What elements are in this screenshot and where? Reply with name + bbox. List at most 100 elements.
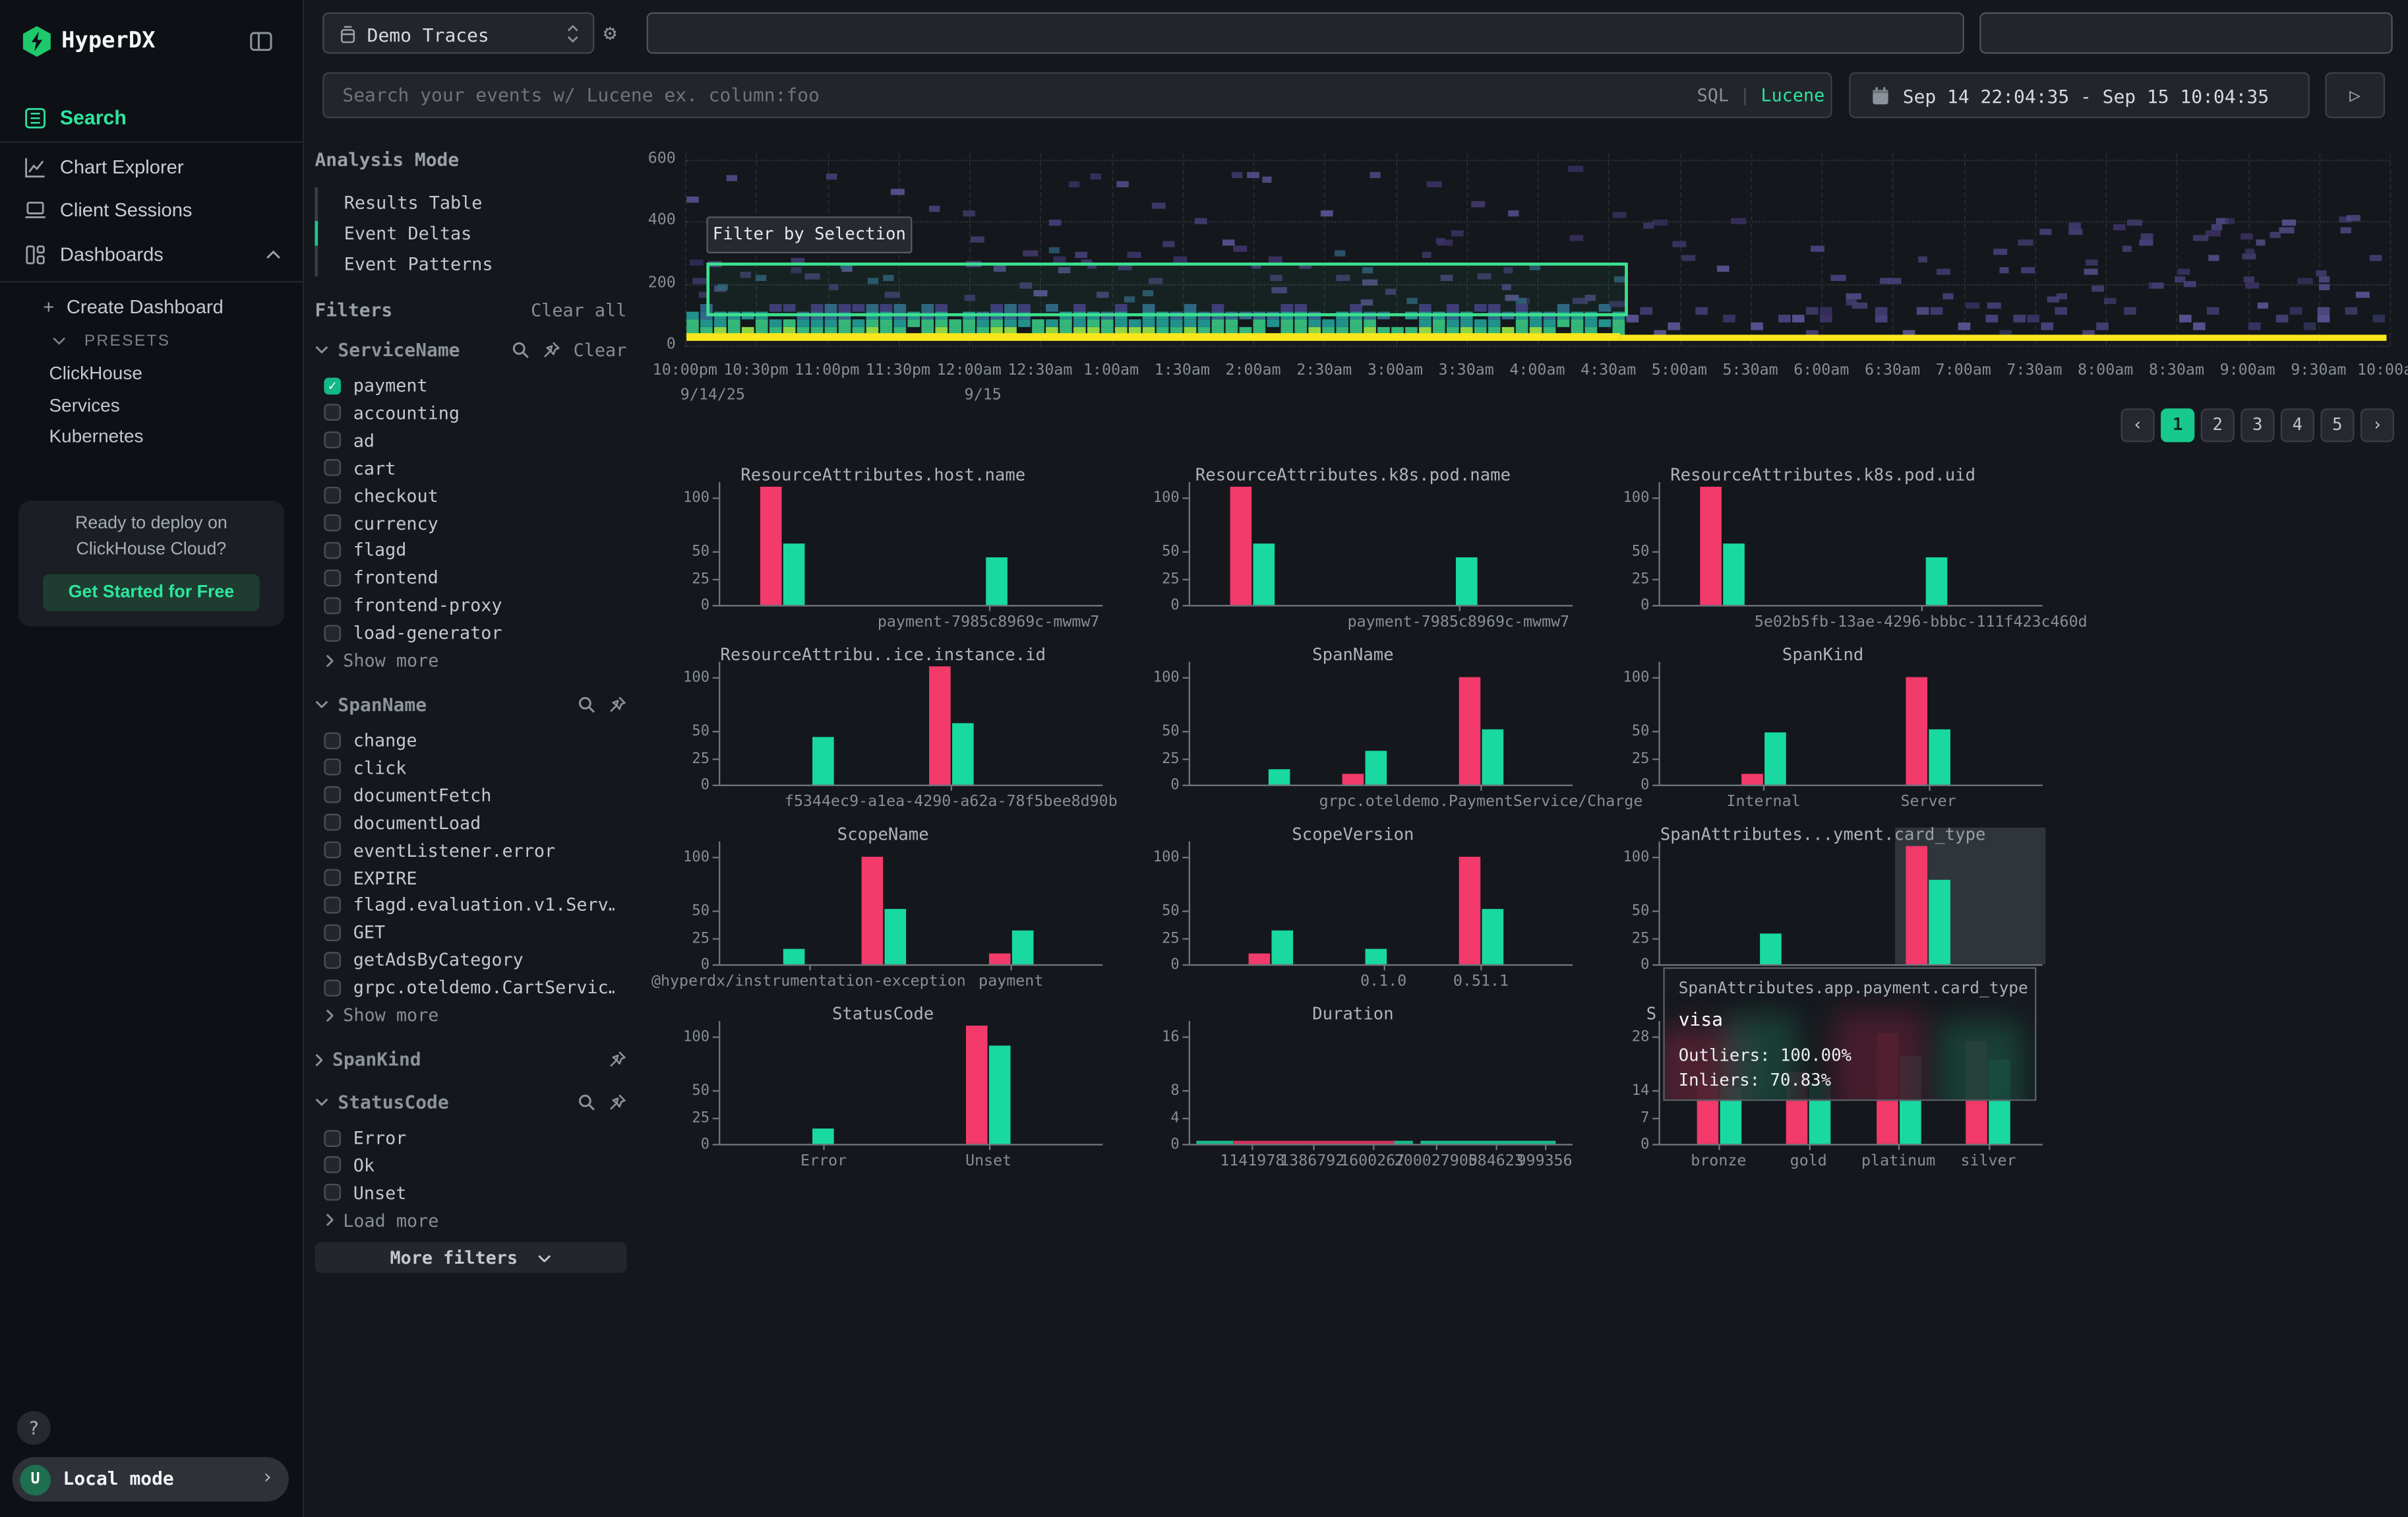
sidebar-item-dashboards[interactable]: Dashboards xyxy=(0,233,303,275)
bar-inlier[interactable] xyxy=(1925,557,1947,605)
filter-checkbox-row[interactable]: accounting xyxy=(324,402,460,424)
source-select[interactable]: Demo Traces xyxy=(322,13,594,54)
checkbox-checked[interactable]: ✓ xyxy=(324,377,341,394)
filter-group-header-servicename[interactable]: ServiceNameClear xyxy=(315,338,626,362)
pin-icon[interactable] xyxy=(608,1093,626,1111)
bar-inlier[interactable] xyxy=(989,1045,1011,1144)
analysis-mode-option-event-patterns[interactable]: Event Patterns xyxy=(344,253,493,275)
checkbox[interactable] xyxy=(324,787,341,804)
bar-inlier[interactable] xyxy=(1268,770,1290,785)
search-icon[interactable] xyxy=(578,1093,596,1111)
bar-inlier[interactable] xyxy=(985,557,1007,605)
search-icon[interactable] xyxy=(512,341,530,359)
create-dashboard-button[interactable]: +Create Dashboard xyxy=(43,296,224,318)
checkbox[interactable] xyxy=(324,869,341,886)
bar-outlier[interactable] xyxy=(989,954,1011,964)
bar-inlier[interactable] xyxy=(1764,733,1786,784)
filter-group-header-statuscode[interactable]: StatusCode xyxy=(315,1090,626,1115)
filter-checkbox-row[interactable]: ad xyxy=(324,429,375,451)
filter-group-header-spankind[interactable]: SpanKind xyxy=(315,1047,626,1072)
checkbox[interactable] xyxy=(324,404,341,421)
bar-inlier[interactable] xyxy=(1929,881,1951,964)
checkbox[interactable] xyxy=(324,514,341,532)
filter-checkbox-row[interactable]: EXPIRE xyxy=(324,867,417,888)
get-started-button[interactable]: Get Started for Free xyxy=(43,574,259,611)
presets-toggle[interactable]: PRESETS xyxy=(52,332,170,350)
pin-icon[interactable] xyxy=(543,341,561,359)
sql-select-editor[interactable] xyxy=(647,13,1964,54)
filter-by-selection-button[interactable]: Filter by Selection xyxy=(706,216,912,253)
source-settings-gear-icon[interactable]: ⚙ xyxy=(603,22,617,46)
bar-inlier[interactable] xyxy=(1482,729,1503,785)
clear-group-button[interactable]: Clear xyxy=(574,339,627,361)
pagination-page-2[interactable]: 2 xyxy=(2201,408,2235,442)
time-range-picker[interactable]: Sep 14 22:04:35 - Sep 15 10:04:35 xyxy=(1849,72,2310,118)
filter-checkbox-row[interactable]: Unset xyxy=(324,1182,406,1204)
more-filters-button[interactable]: More filters xyxy=(315,1242,626,1273)
order-by-editor[interactable] xyxy=(1979,13,2393,54)
filter-checkbox-row[interactable]: documentLoad xyxy=(324,812,481,834)
checkbox[interactable] xyxy=(324,432,341,449)
sidebar-item-search[interactable]: Search xyxy=(0,97,303,139)
show-more-button[interactable]: Show more xyxy=(326,650,439,671)
filter-checkbox-row[interactable]: getAdsByCategory xyxy=(324,949,523,971)
filter-checkbox-row[interactable]: flagd.evaluation.v1.Serv… xyxy=(324,894,614,916)
search-input[interactable] xyxy=(322,72,1832,118)
filter-checkbox-row[interactable]: Ok xyxy=(324,1154,375,1176)
bar-inlier[interactable] xyxy=(813,1129,835,1144)
bar-inlier[interactable] xyxy=(1455,557,1477,605)
bar-outlier[interactable] xyxy=(1906,846,1928,964)
checkbox[interactable] xyxy=(324,1185,341,1202)
filter-checkbox-row[interactable]: ✓payment xyxy=(324,375,427,396)
pin-icon[interactable] xyxy=(608,696,626,714)
checkbox[interactable] xyxy=(324,569,341,586)
filter-checkbox-row[interactable]: currency xyxy=(324,512,438,534)
heatmap-selection[interactable] xyxy=(707,263,1627,316)
local-mode-button[interactable]: U Local mode › xyxy=(13,1457,289,1502)
sidebar-item-client-sessions[interactable]: Client Sessions xyxy=(0,189,303,230)
bar-inlier[interactable] xyxy=(813,737,835,785)
clear-all-button[interactable]: Clear all xyxy=(507,299,627,321)
bar-inlier[interactable] xyxy=(884,908,906,964)
pagination-page-5[interactable]: 5 xyxy=(2320,408,2354,442)
checkbox[interactable] xyxy=(324,597,341,614)
filter-checkbox-row[interactable]: load-generator xyxy=(324,622,502,644)
checkbox[interactable] xyxy=(324,625,341,642)
sidebar-item-chart-explorer[interactable]: Chart Explorer xyxy=(0,146,303,187)
checkbox[interactable] xyxy=(324,924,341,941)
collapse-sidebar-icon[interactable] xyxy=(249,29,273,53)
bar-inlier[interactable] xyxy=(1272,930,1294,964)
pagination-page-1[interactable]: 1 xyxy=(2161,408,2194,442)
filter-checkbox-row[interactable]: GET xyxy=(324,921,385,943)
filter-checkbox-row[interactable]: click xyxy=(324,757,406,778)
checkbox[interactable] xyxy=(324,842,341,859)
bar-inlier[interactable] xyxy=(1723,543,1745,605)
bar-inlier[interactable] xyxy=(1366,750,1387,784)
bar-outlier[interactable] xyxy=(1906,677,1928,785)
filter-checkbox-row[interactable]: frontend-proxy xyxy=(324,594,502,616)
bar-outlier[interactable] xyxy=(1459,857,1480,964)
bar-inlier[interactable] xyxy=(1253,543,1275,605)
checkbox[interactable] xyxy=(324,1129,341,1146)
heatmap-plot[interactable] xyxy=(685,154,2390,346)
bar-inlier[interactable] xyxy=(783,543,805,605)
bar-inlier[interactable] xyxy=(1011,930,1033,964)
pagination-prev-button[interactable]: ‹ xyxy=(2121,408,2154,442)
sidebar-item-kubernetes[interactable]: Kubernetes xyxy=(49,425,144,447)
bar-inlier[interactable] xyxy=(1929,729,1951,785)
pagination-next-button[interactable]: › xyxy=(2361,408,2394,442)
pagination-page-3[interactable]: 3 xyxy=(2241,408,2274,442)
pin-icon[interactable] xyxy=(608,1050,626,1068)
filter-checkbox-row[interactable]: frontend xyxy=(324,567,438,589)
sidebar-item-clickhouse[interactable]: ClickHouse xyxy=(49,362,142,384)
checkbox[interactable] xyxy=(324,896,341,913)
show-more-button[interactable]: Load more xyxy=(326,1210,439,1231)
filter-checkbox-row[interactable]: documentFetch xyxy=(324,784,491,806)
bar-outlier[interactable] xyxy=(966,1026,988,1144)
search-icon[interactable] xyxy=(578,696,596,714)
pagination-page-4[interactable]: 4 xyxy=(2281,408,2314,442)
checkbox[interactable] xyxy=(324,731,341,749)
filter-checkbox-row[interactable]: eventListener.error xyxy=(324,839,555,861)
bar-outlier[interactable] xyxy=(1342,774,1364,784)
show-more-button[interactable]: Show more xyxy=(326,1004,439,1026)
